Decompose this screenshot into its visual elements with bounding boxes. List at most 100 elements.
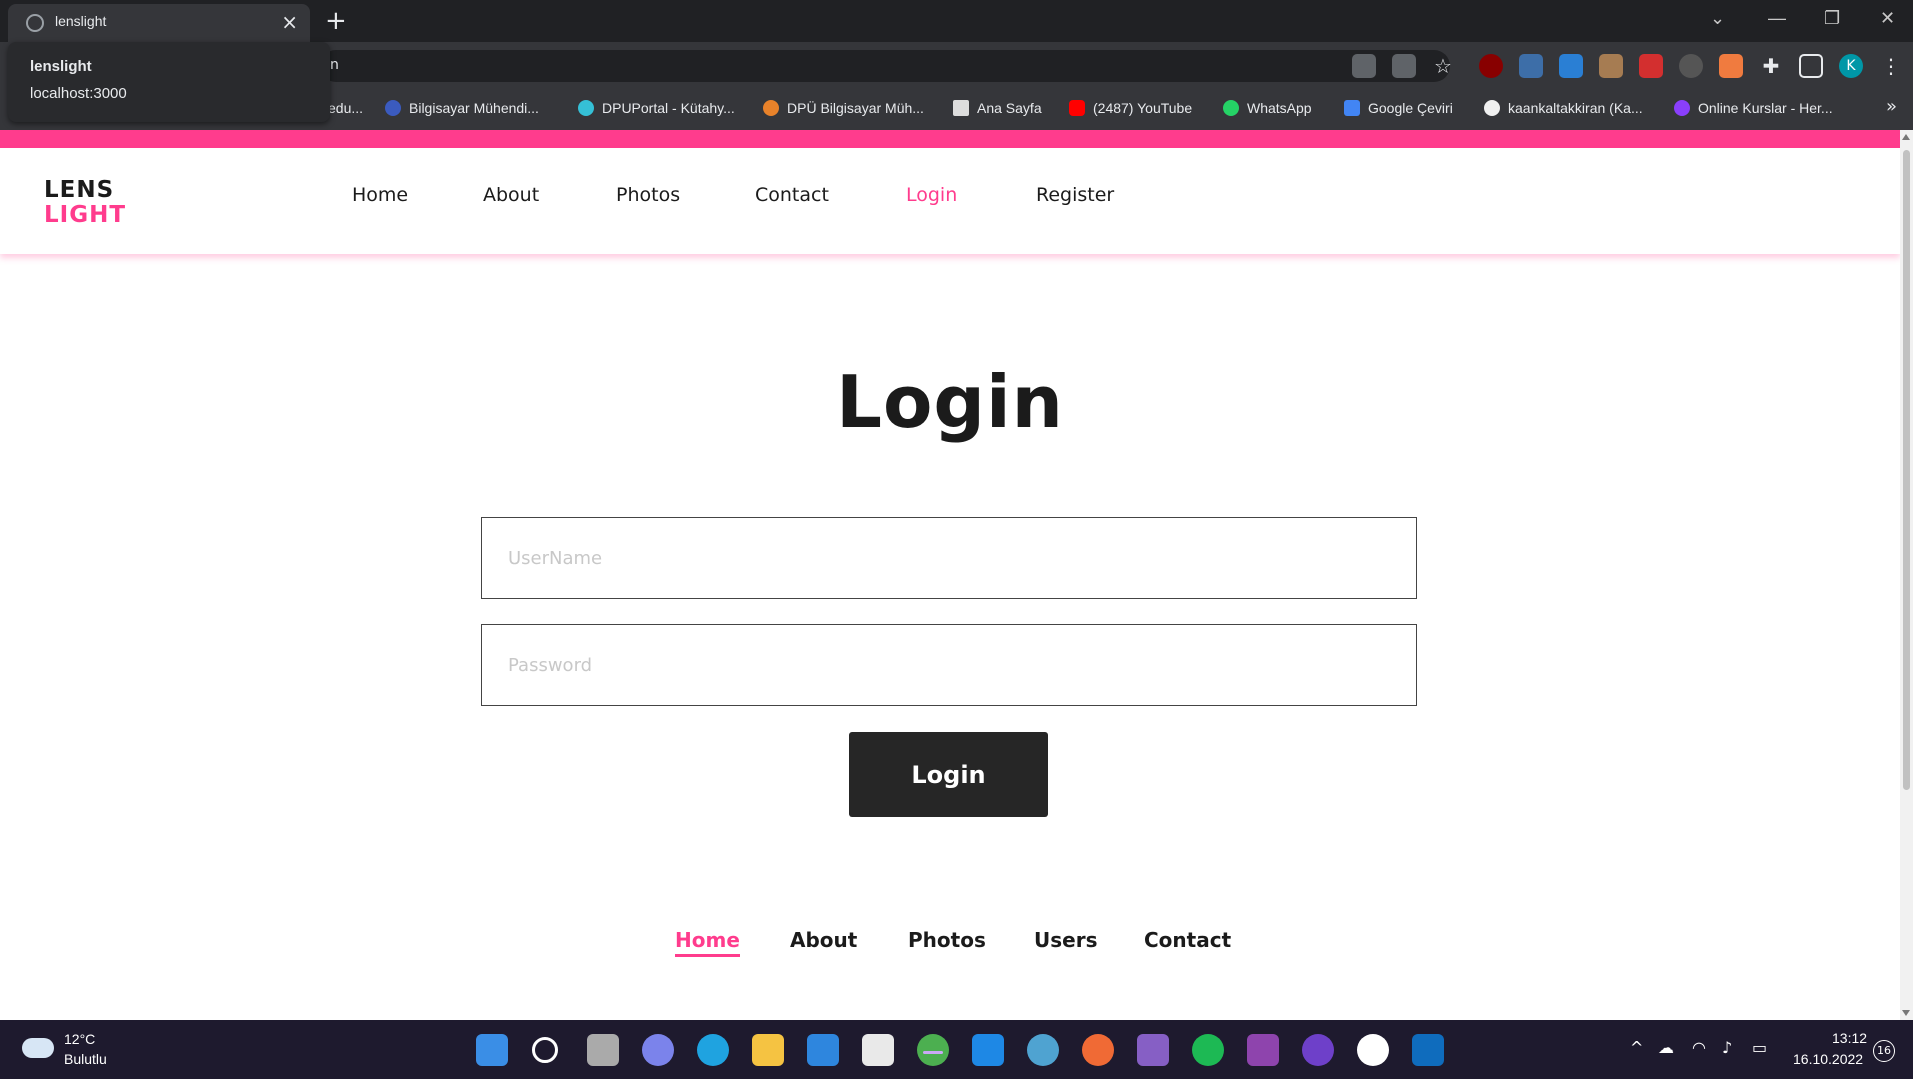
web-page: LENS LIGHT Home About Photos Contact Log…	[0, 130, 1900, 1020]
close-tab-icon[interactable]: ×	[281, 10, 298, 34]
teams-chat-icon[interactable]	[642, 1034, 674, 1066]
onedrive-icon[interactable]: ☁	[1658, 1038, 1674, 1057]
extension-icon-1[interactable]	[1519, 54, 1543, 78]
bookmark-favicon	[763, 100, 779, 116]
whatsapp-icon	[1223, 100, 1239, 116]
ublock-icon[interactable]	[1479, 54, 1503, 78]
password-input[interactable]	[481, 624, 1417, 706]
battery-icon[interactable]: ▭	[1752, 1038, 1767, 1057]
google-translate-icon	[1344, 100, 1360, 116]
footer-photos-link[interactable]: Photos	[908, 928, 986, 952]
clock-time[interactable]: 13:12	[1832, 1030, 1867, 1046]
github-desktop-icon[interactable]	[1302, 1034, 1334, 1066]
chrome-icon[interactable]	[917, 1034, 949, 1066]
postman-icon[interactable]	[1082, 1034, 1114, 1066]
bookmark-favicon	[578, 100, 594, 116]
bookmark-favicon	[953, 100, 969, 116]
hover-card-url: localhost:3000	[30, 85, 127, 102]
cloud-icon[interactable]	[22, 1038, 54, 1058]
address-text: n	[330, 57, 339, 73]
edge-icon[interactable]	[697, 1034, 729, 1066]
username-input[interactable]	[481, 517, 1417, 599]
youtube-icon	[1069, 100, 1085, 116]
scrollbar-thumb[interactable]	[1903, 150, 1910, 790]
file-explorer-icon[interactable]	[752, 1034, 784, 1066]
nav-register[interactable]: Register	[1036, 184, 1114, 206]
bookmark-item[interactable]: WhatsApp	[1223, 100, 1312, 116]
nav-contact[interactable]: Contact	[755, 184, 829, 206]
paint-icon[interactable]	[1027, 1034, 1059, 1066]
microsoft-store-icon[interactable]	[862, 1034, 894, 1066]
extensions-puzzle-icon[interactable]: ✚	[1759, 54, 1783, 78]
extension-icon-5[interactable]	[1719, 54, 1743, 78]
translate-icon[interactable]	[1352, 54, 1376, 78]
bookmark-item[interactable]: kaankaltakkiran (Ka...	[1484, 100, 1643, 116]
bookmark-item[interactable]: Ana Sayfa	[953, 100, 1042, 116]
globe-icon	[26, 14, 44, 32]
scroll-up-icon[interactable]	[1902, 134, 1910, 140]
more-bookmarks-icon[interactable]: »	[1886, 96, 1897, 117]
browser-tab[interactable]: lenslight ×	[8, 4, 310, 42]
arduino-icon[interactable]	[1247, 1034, 1279, 1066]
new-tab-button[interactable]: +	[325, 6, 347, 36]
bookmark-item[interactable]: edu...	[328, 100, 363, 116]
close-window-button[interactable]: ✕	[1880, 8, 1895, 29]
weather-temperature[interactable]: 12°C	[64, 1031, 95, 1047]
nav-login[interactable]: Login	[906, 184, 957, 206]
side-panel-icon[interactable]	[1799, 54, 1823, 78]
login-submit-button[interactable]: Login	[849, 732, 1048, 817]
mail-icon[interactable]	[807, 1034, 839, 1066]
bookmark-favicon	[385, 100, 401, 116]
tab-title: lenslight	[55, 13, 107, 29]
extension-icon-2[interactable]	[1559, 54, 1583, 78]
page-scrollbar[interactable]	[1900, 130, 1913, 1020]
react-devtools-icon[interactable]	[1679, 54, 1703, 78]
start-windows-icon[interactable]	[476, 1034, 508, 1066]
windows-taskbar: 12°C Bulutlu ^ ☁ ◠ ♪ ▭ 13:12 16.10.2022 …	[0, 1020, 1913, 1079]
bookmark-item[interactable]: Google Çeviri	[1344, 100, 1453, 116]
task-view-icon[interactable]	[587, 1034, 619, 1066]
nav-photos[interactable]: Photos	[616, 184, 680, 206]
tray-chevron-icon[interactable]: ^	[1630, 1038, 1643, 1057]
bookmark-item[interactable]: (2487) YouTube	[1069, 100, 1192, 116]
footer-contact-link[interactable]: Contact	[1144, 928, 1231, 952]
site-header: LENS LIGHT Home About Photos Contact Log…	[0, 148, 1900, 254]
restore-button[interactable]: ❐	[1824, 8, 1840, 29]
visual-studio-icon[interactable]	[1137, 1034, 1169, 1066]
top-accent-bar	[0, 130, 1900, 148]
site-logo[interactable]: LENS LIGHT	[44, 178, 126, 228]
footer-about-link[interactable]: About	[790, 928, 857, 952]
browser-tab-strip: lenslight × + ⌄ — ❐ ✕	[0, 0, 1913, 42]
app-icon[interactable]	[1357, 1034, 1389, 1066]
extension-icon-4[interactable]	[1639, 54, 1663, 78]
bookmark-item[interactable]: DPUPortal - Kütahy...	[578, 100, 735, 116]
bookmark-item[interactable]: DPÜ Bilgisayar Müh...	[763, 100, 924, 116]
weather-description[interactable]: Bulutlu	[64, 1051, 107, 1067]
profile-avatar[interactable]: K	[1839, 54, 1863, 78]
notification-badge[interactable]: 16	[1873, 1040, 1895, 1062]
volume-icon[interactable]: ♪	[1722, 1038, 1732, 1057]
spotify-icon[interactable]	[1192, 1034, 1224, 1066]
footer-users-link[interactable]: Users	[1034, 928, 1097, 952]
outlook-icon[interactable]	[1412, 1034, 1444, 1066]
github-icon	[1484, 100, 1500, 116]
footer-home-link[interactable]: Home	[675, 928, 740, 957]
address-bar[interactable]: n	[320, 50, 1450, 82]
nav-about[interactable]: About	[483, 184, 539, 206]
search-icon[interactable]	[532, 1037, 558, 1063]
active-app-indicator	[923, 1051, 943, 1054]
page-title: Login	[836, 360, 1064, 444]
scroll-down-icon[interactable]	[1902, 1010, 1910, 1016]
extension-icon-3[interactable]	[1599, 54, 1623, 78]
bookmark-star-icon[interactable]: ☆	[1431, 54, 1455, 78]
bookmark-item[interactable]: Bilgisayar Mühendi...	[385, 100, 539, 116]
bookmark-item[interactable]: Online Kurslar - Her...	[1674, 100, 1833, 116]
menu-kebab-icon[interactable]: ⋮	[1879, 54, 1903, 78]
minimize-button[interactable]: —	[1768, 8, 1786, 29]
tab-search-icon[interactable]: ⌄	[1710, 8, 1725, 29]
clock-date[interactable]: 16.10.2022	[1793, 1051, 1863, 1067]
share-icon[interactable]	[1392, 54, 1416, 78]
vscode-icon[interactable]	[972, 1034, 1004, 1066]
nav-home[interactable]: Home	[352, 184, 408, 206]
wifi-icon[interactable]: ◠	[1692, 1038, 1706, 1057]
